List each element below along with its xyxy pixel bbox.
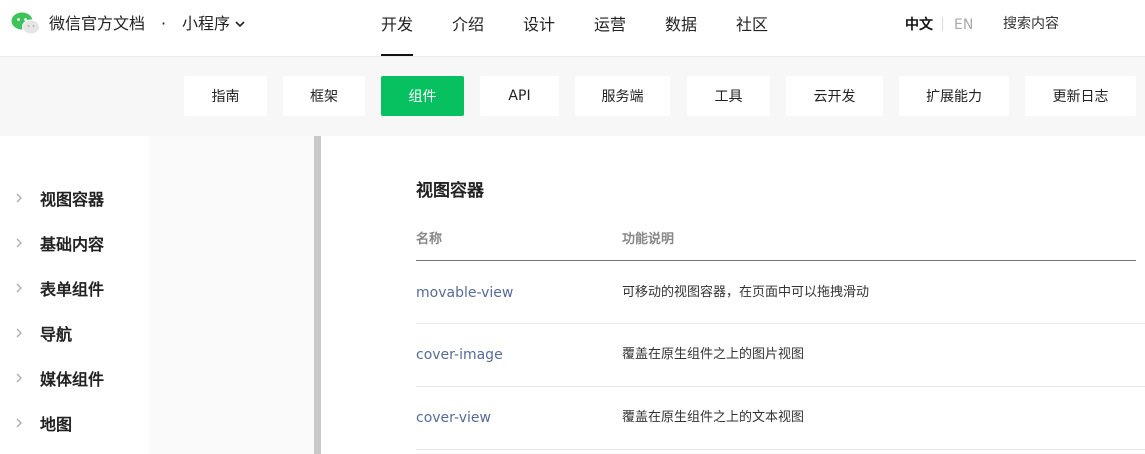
- main-nav: 开发 介绍 设计 运营 数据 社区: [367, 0, 768, 57]
- lang-divider: [942, 17, 943, 31]
- page-title: 视图容器: [416, 181, 484, 201]
- nav-item-data[interactable]: 数据: [665, 0, 697, 57]
- sidebar-item-label: 地图: [40, 415, 73, 434]
- lang-zh-option[interactable]: 中文: [905, 16, 933, 34]
- sidebar-item-view-container[interactable]: 视图容器: [0, 178, 300, 218]
- tab-label: 服务端: [601, 89, 644, 105]
- sidebar-item-navigation[interactable]: 导航: [0, 313, 300, 353]
- tab-label: 组件: [408, 89, 437, 105]
- component-link-cover-view[interactable]: cover-view: [416, 409, 491, 427]
- component-description: 覆盖在原生组件之上的图片视图: [622, 347, 805, 362]
- tab-label: 工具: [714, 89, 743, 105]
- tab-tools[interactable]: 工具: [687, 76, 770, 116]
- row-divider: [416, 323, 1145, 324]
- sidebar-item-label: 基础内容: [40, 235, 105, 254]
- sidebar-item-map[interactable]: 地图: [0, 403, 300, 443]
- chevron-right-icon: [16, 238, 22, 248]
- component-link-cover-image[interactable]: cover-image: [416, 346, 503, 364]
- tab-label: 云开发: [813, 89, 856, 105]
- sidebar-item-label: 视图容器: [40, 190, 105, 209]
- table-header-divider: [416, 260, 1136, 261]
- nav-item-label: 运营: [594, 15, 627, 34]
- tab-label: 框架: [310, 89, 338, 105]
- chevron-right-icon: [16, 193, 22, 203]
- nav-item-label: 介绍: [452, 15, 485, 34]
- chevron-right-icon: [16, 328, 22, 338]
- chevron-down-icon: [235, 21, 245, 28]
- tab-framework[interactable]: 框架: [283, 76, 365, 116]
- tab-cloud[interactable]: 云开发: [786, 76, 883, 116]
- component-link-movable-view[interactable]: movable-view: [416, 284, 513, 302]
- sidebar-item-form-components[interactable]: 表单组件: [0, 268, 300, 308]
- sidebar-item-media-components[interactable]: 媒体组件: [0, 358, 300, 398]
- tab-extensions[interactable]: 扩展能力: [899, 76, 1009, 116]
- chevron-right-icon: [16, 418, 22, 428]
- brand-title[interactable]: 微信官方文档: [49, 14, 145, 34]
- tab-label: 指南: [211, 89, 240, 105]
- product-selector[interactable]: 小程序: [182, 14, 246, 34]
- tab-api[interactable]: API: [480, 76, 559, 116]
- nav-item-operations[interactable]: 运营: [594, 0, 626, 57]
- tab-components[interactable]: 组件: [381, 76, 464, 116]
- nav-item-community[interactable]: 社区: [736, 0, 768, 57]
- sidebar-scrollbar[interactable]: [314, 136, 321, 454]
- sidebar-item-label: 媒体组件: [40, 370, 105, 389]
- product-label: 小程序: [182, 14, 231, 33]
- tab-guide[interactable]: 指南: [184, 76, 267, 116]
- tab-changelog[interactable]: 更新日志: [1025, 76, 1136, 116]
- nav-item-intro[interactable]: 介绍: [452, 0, 484, 57]
- component-description: 可移动的视图容器，在页面中可以拖拽滑动: [622, 285, 870, 300]
- tab-server[interactable]: 服务端: [575, 76, 670, 116]
- top-header: 微信官方文档 · 小程序 开发 介绍 设计 运营 数据 社区 中文 EN: [0, 0, 1145, 57]
- sidebar-item-label: 表单组件: [40, 280, 105, 299]
- chevron-right-icon: [16, 373, 22, 383]
- row-divider: [416, 386, 1145, 387]
- row-divider: [416, 449, 1145, 450]
- sub-nav: 指南 框架 组件 API 服务端 工具 云开发 扩展能力 更新日志: [0, 57, 1145, 136]
- nav-item-label: 数据: [665, 15, 698, 34]
- sidebar-item-label: 导航: [40, 325, 73, 344]
- nav-item-label: 开发: [381, 15, 414, 34]
- lang-en-option[interactable]: EN: [954, 16, 973, 34]
- chevron-right-icon: [16, 283, 22, 293]
- search-input[interactable]: [993, 0, 1145, 47]
- tab-label: API: [508, 88, 531, 104]
- nav-item-dev[interactable]: 开发: [381, 0, 413, 57]
- nav-item-design[interactable]: 设计: [523, 0, 555, 57]
- nav-item-label: 社区: [736, 15, 769, 34]
- column-header-name: 名称: [416, 232, 443, 247]
- sidebar-item-basic-content[interactable]: 基础内容: [0, 223, 300, 263]
- column-header-description: 功能说明: [622, 232, 675, 247]
- brand-separator: ·: [161, 14, 167, 33]
- wechat-logo-icon[interactable]: [11, 11, 41, 37]
- component-description: 覆盖在原生组件之上的文本视图: [622, 410, 805, 425]
- tab-label: 扩展能力: [926, 89, 982, 105]
- tab-label: 更新日志: [1052, 89, 1109, 105]
- nav-item-label: 设计: [523, 15, 556, 34]
